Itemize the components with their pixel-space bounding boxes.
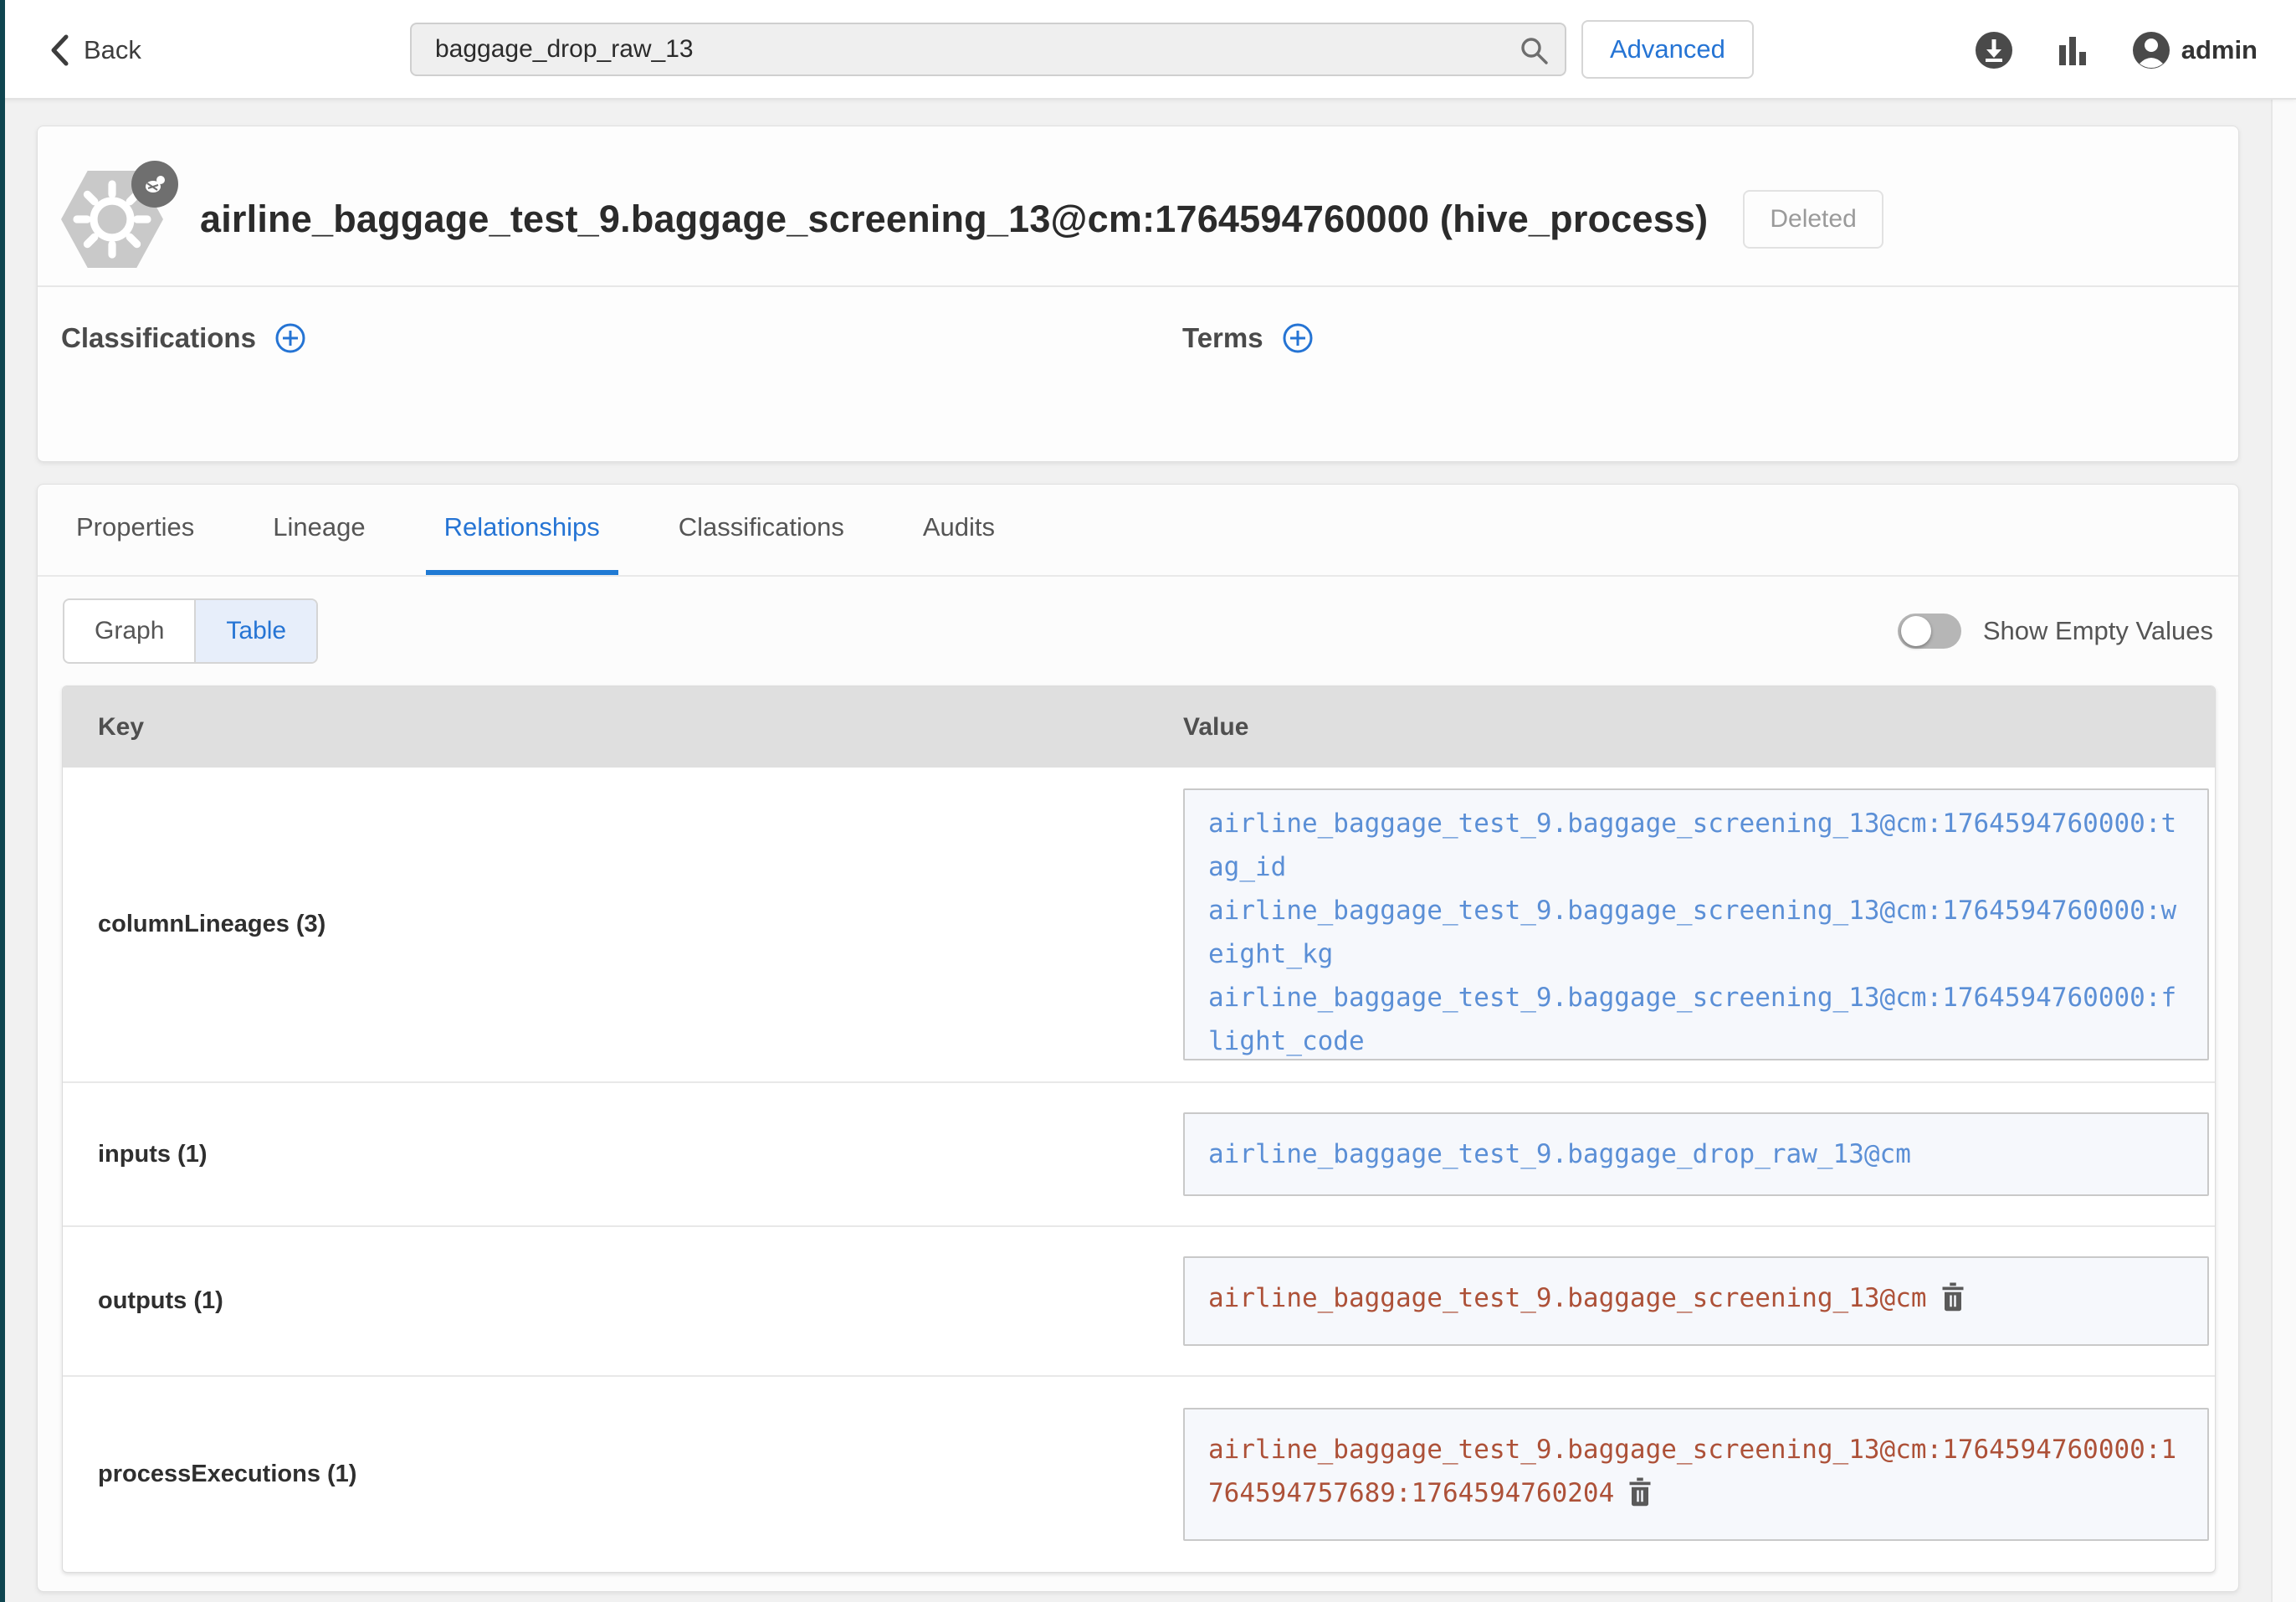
table-view-button[interactable]: Table: [194, 600, 316, 662]
tab-lineage[interactable]: Lineage: [254, 485, 383, 575]
page-scrollbar-track[interactable]: [2271, 0, 2296, 1602]
tab-label: Audits: [923, 512, 995, 542]
tab-label: Relationships: [444, 512, 600, 542]
graph-view-button[interactable]: Graph: [64, 600, 194, 662]
status-badge: Deleted: [1743, 190, 1883, 249]
tab-audits[interactable]: Audits: [905, 485, 1013, 575]
classifications-section: Classifications: [61, 322, 306, 354]
tab-label: Classifications: [679, 512, 844, 542]
add-classification-icon[interactable]: [274, 322, 306, 354]
column-lineages-value-box[interactable]: airline_baggage_test_9.baggage_screening…: [1183, 788, 2209, 1060]
row-key: outputs (1): [63, 1227, 1183, 1375]
relationship-link[interactable]: airline_baggage_test_9.baggage_screening…: [1208, 1283, 1927, 1313]
relationship-link[interactable]: airline_baggage_test_9.baggage_screening…: [1208, 889, 2177, 976]
entity-detail-panel: Properties Lineage Relationships Classif…: [37, 484, 2239, 1592]
terms-section: Terms: [1182, 322, 1314, 354]
view-mode-toggle: Graph Table: [63, 598, 318, 664]
entity-type-icon: [61, 169, 168, 270]
page-title: airline_baggage_test_9.baggage_screening…: [200, 198, 1708, 241]
relationship-link[interactable]: airline_baggage_test_9.baggage_screening…: [1208, 976, 2177, 1060]
row-key: inputs (1): [63, 1083, 1183, 1225]
inputs-value-box: airline_baggage_test_9.baggage_drop_raw_…: [1183, 1112, 2209, 1196]
table-row: processExecutions (1) airline_baggage_te…: [63, 1375, 2215, 1572]
back-label: Back: [84, 35, 141, 65]
back-button[interactable]: Back: [49, 0, 141, 100]
show-empty-values-label: Show Empty Values: [1983, 616, 2213, 646]
tab-bar: Properties Lineage Relationships Classif…: [38, 485, 2238, 577]
process-executions-value-box: airline_baggage_test_9.baggage_screening…: [1183, 1408, 2209, 1541]
relationship-link[interactable]: airline_baggage_test_9.baggage_screening…: [1208, 802, 2177, 889]
table-header-row: Key Value: [63, 686, 2215, 768]
entity-header-card: airline_baggage_test_9.baggage_screening…: [37, 126, 2239, 462]
search-icon[interactable]: [1518, 34, 1550, 66]
relationships-table: Key Value columnLineages (3) airline_bag…: [62, 685, 2216, 1573]
table-label: Table: [226, 617, 286, 644]
hive-badge-icon: [131, 161, 178, 208]
relationship-link[interactable]: airline_baggage_test_9.baggage_screening…: [1208, 1435, 2176, 1508]
classifications-label: Classifications: [61, 322, 256, 354]
table-row: inputs (1) airline_baggage_test_9.baggag…: [63, 1081, 2215, 1225]
download-icon[interactable]: [1974, 30, 2014, 70]
row-key: columnLineages (3): [63, 768, 1183, 1081]
advanced-label: Advanced: [1610, 34, 1725, 64]
toggle-knob: [1901, 616, 1931, 646]
value-column-header: Value: [1183, 713, 2215, 742]
add-term-icon[interactable]: [1282, 322, 1314, 354]
user-icon: [2131, 30, 2171, 70]
terms-label: Terms: [1182, 322, 1263, 354]
table-row: outputs (1) airline_baggage_test_9.bagga…: [63, 1225, 2215, 1375]
bar-chart-icon[interactable]: [2054, 32, 2091, 69]
trash-icon[interactable]: [1940, 1282, 1965, 1326]
tab-relationships[interactable]: Relationships: [426, 485, 618, 575]
graph-label: Graph: [95, 617, 164, 644]
advanced-search-button[interactable]: Advanced: [1581, 20, 1754, 79]
tab-properties[interactable]: Properties: [58, 485, 213, 575]
tab-label: Properties: [76, 512, 194, 542]
username: admin: [2181, 35, 2258, 65]
relationship-link[interactable]: airline_baggage_test_9.baggage_drop_raw_…: [1208, 1139, 1911, 1169]
key-column-header: Key: [63, 713, 1183, 742]
user-menu[interactable]: admin: [2131, 30, 2258, 70]
outputs-value-box: airline_baggage_test_9.baggage_screening…: [1183, 1256, 2209, 1346]
row-key: processExecutions (1): [63, 1377, 1183, 1572]
table-row: columnLineages (3) airline_baggage_test_…: [63, 768, 2215, 1081]
top-bar: Back Advanced admin: [0, 0, 2296, 100]
tab-classifications[interactable]: Classifications: [660, 485, 863, 575]
trash-icon[interactable]: [1627, 1477, 1653, 1521]
chevron-left-icon: [49, 33, 70, 67]
left-nav-rail: [0, 0, 5, 1602]
show-empty-values-toggle[interactable]: [1898, 614, 1961, 649]
search-input[interactable]: [410, 23, 1566, 76]
tab-label: Lineage: [273, 512, 365, 542]
